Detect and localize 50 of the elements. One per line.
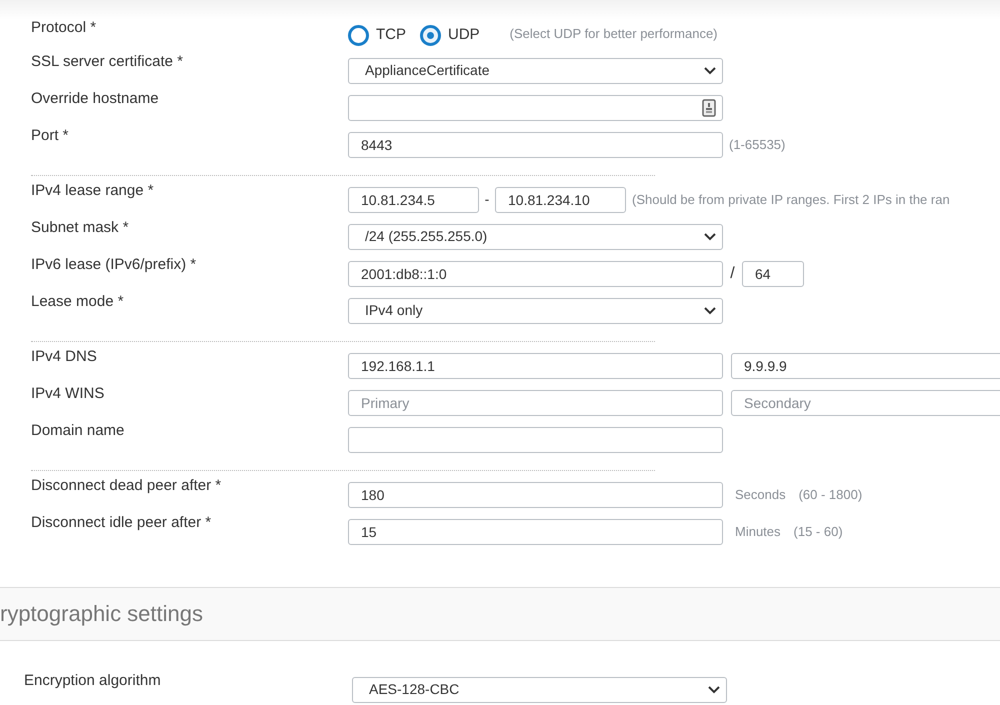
radio-button[interactable] <box>420 24 441 46</box>
range-start-field[interactable]: 10.81.234.5 <box>348 186 479 212</box>
range-separator: - <box>484 190 490 209</box>
hint-text: (1-65535) <box>729 136 786 154</box>
radio-label[interactable]: UDP <box>448 24 480 46</box>
field-label: Subnet mask * <box>30 218 130 238</box>
chevron-down-icon <box>704 232 716 240</box>
text-field[interactable]: Secondary <box>731 390 1000 416</box>
prefix-separator: / <box>729 264 736 284</box>
field-label: Encryption algorithm <box>23 670 162 690</box>
chevron-down-icon <box>704 306 716 314</box>
field-label: SSL server certificate * <box>30 52 184 72</box>
contact-card-icon[interactable] <box>702 98 716 116</box>
text-field[interactable]: 15 <box>348 518 723 544</box>
hint-text: (15 - 60) <box>794 522 843 541</box>
field-label: IPv6 lease (IPv6/prefix) * <box>30 254 198 274</box>
field-label: IPv4 DNS <box>30 346 98 366</box>
text-field[interactable]: Primary <box>348 390 723 416</box>
field-label: IPv4 WINS <box>30 384 106 404</box>
field-label: Protocol * <box>30 18 98 38</box>
text-field[interactable]: 8443 <box>348 132 723 158</box>
field-label: Disconnect idle peer after * <box>30 512 212 532</box>
range-end-field[interactable]: 10.81.234.10 <box>495 186 626 212</box>
dropdown-select[interactable]: AES-128-CBC <box>352 676 727 702</box>
section-title: ryptographic settings <box>0 600 203 628</box>
dropdown-select[interactable]: /24 (255.255.255.0) <box>348 224 723 250</box>
text-field[interactable]: 180 <box>348 482 723 508</box>
radio-button[interactable] <box>348 24 369 46</box>
field-label: Disconnect dead peer after * <box>30 476 222 496</box>
chevron-down-icon <box>704 66 716 74</box>
unit-label: Minutes <box>735 522 781 541</box>
hostname-field[interactable] <box>348 94 723 120</box>
field-label: Lease mode * <box>30 292 125 312</box>
unit-label: Seconds <box>735 486 786 504</box>
radio-label[interactable]: TCP <box>376 24 406 46</box>
hint-text: (60 - 1800) <box>798 486 862 504</box>
dropdown-select[interactable]: IPv4 only <box>348 298 723 324</box>
hint-text: (Select UDP for better performance) <box>510 24 718 43</box>
field-label: Domain name <box>30 420 126 440</box>
hint-text: (Should be from private IP ranges. First 2 IPs in the ran <box>632 190 950 209</box>
text-field[interactable]: 9.9.9.9 <box>731 352 1000 378</box>
field-label: Override hostname <box>30 88 160 108</box>
prefix-field[interactable]: 64 <box>742 260 804 286</box>
dropdown-select[interactable]: ApplianceCertificate <box>348 58 723 84</box>
field-label: Port * <box>30 126 70 146</box>
text-field[interactable]: 192.168.1.1 <box>348 352 723 378</box>
chevron-down-icon <box>708 686 720 694</box>
text-field[interactable] <box>348 426 723 452</box>
field-label: IPv4 lease range * <box>30 180 155 200</box>
text-field[interactable]: 2001:db8::1:0 <box>348 260 723 286</box>
